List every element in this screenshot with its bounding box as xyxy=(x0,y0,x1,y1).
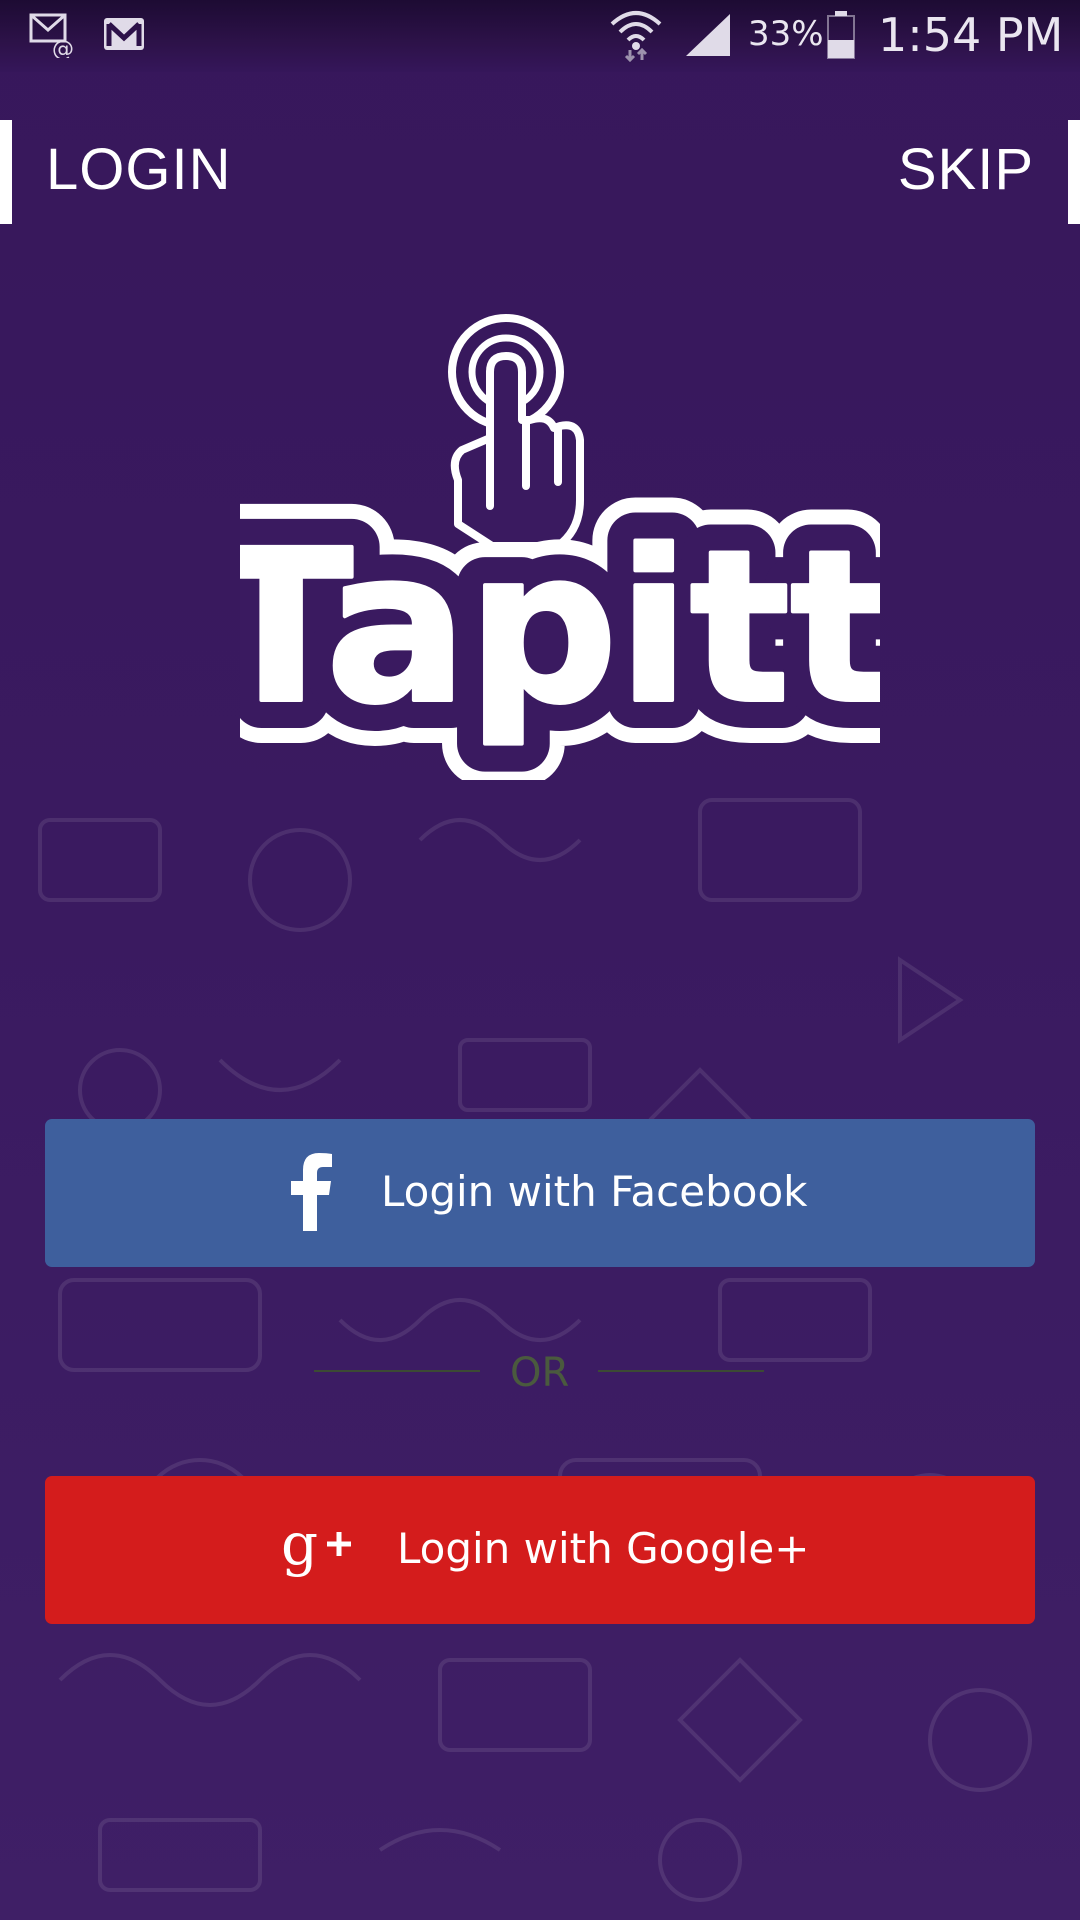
svg-text:g: g xyxy=(281,1518,318,1578)
tapitt-wordmark: Tapitt Tapitt Tapitt xyxy=(240,462,880,780)
header-bar: LOGIN SKIP xyxy=(0,120,1080,224)
battery-percent: 33% xyxy=(748,14,824,54)
status-bar: @ 33% 1:54 PM xyxy=(0,0,1080,72)
doodle-background xyxy=(38,798,1032,1902)
divider-line-right xyxy=(598,1370,764,1372)
google-plus-login-button[interactable]: g Login with Google+ xyxy=(45,1476,1035,1624)
page-title: LOGIN xyxy=(46,137,232,202)
facebook-login-label: Login with Facebook xyxy=(381,1167,808,1216)
svg-text:@: @ xyxy=(52,37,74,58)
divider-line-left xyxy=(314,1370,480,1372)
facebook-login-button[interactable]: Login with Facebook xyxy=(45,1119,1035,1267)
or-divider: OR xyxy=(0,1350,1080,1396)
signal-icon xyxy=(686,14,730,56)
header-left-edge xyxy=(0,120,12,224)
wifi-icon xyxy=(610,11,662,62)
gmail-icon xyxy=(104,18,144,50)
tapitt-logo: Tapitt Tapitt Tapitt xyxy=(240,314,880,780)
facebook-icon xyxy=(291,1153,332,1231)
skip-button[interactable]: SKIP xyxy=(898,136,1034,203)
email-notification-icon: @ xyxy=(29,13,74,58)
header-right-edge xyxy=(1068,120,1080,224)
google-plus-icon: g xyxy=(281,1518,351,1578)
battery-icon xyxy=(827,11,855,59)
google-plus-login-label: Login with Google+ xyxy=(397,1524,810,1573)
clock: 1:54 PM xyxy=(878,8,1064,62)
or-text: OR xyxy=(510,1350,570,1396)
svg-text:Tapitt: Tapitt xyxy=(240,505,880,750)
